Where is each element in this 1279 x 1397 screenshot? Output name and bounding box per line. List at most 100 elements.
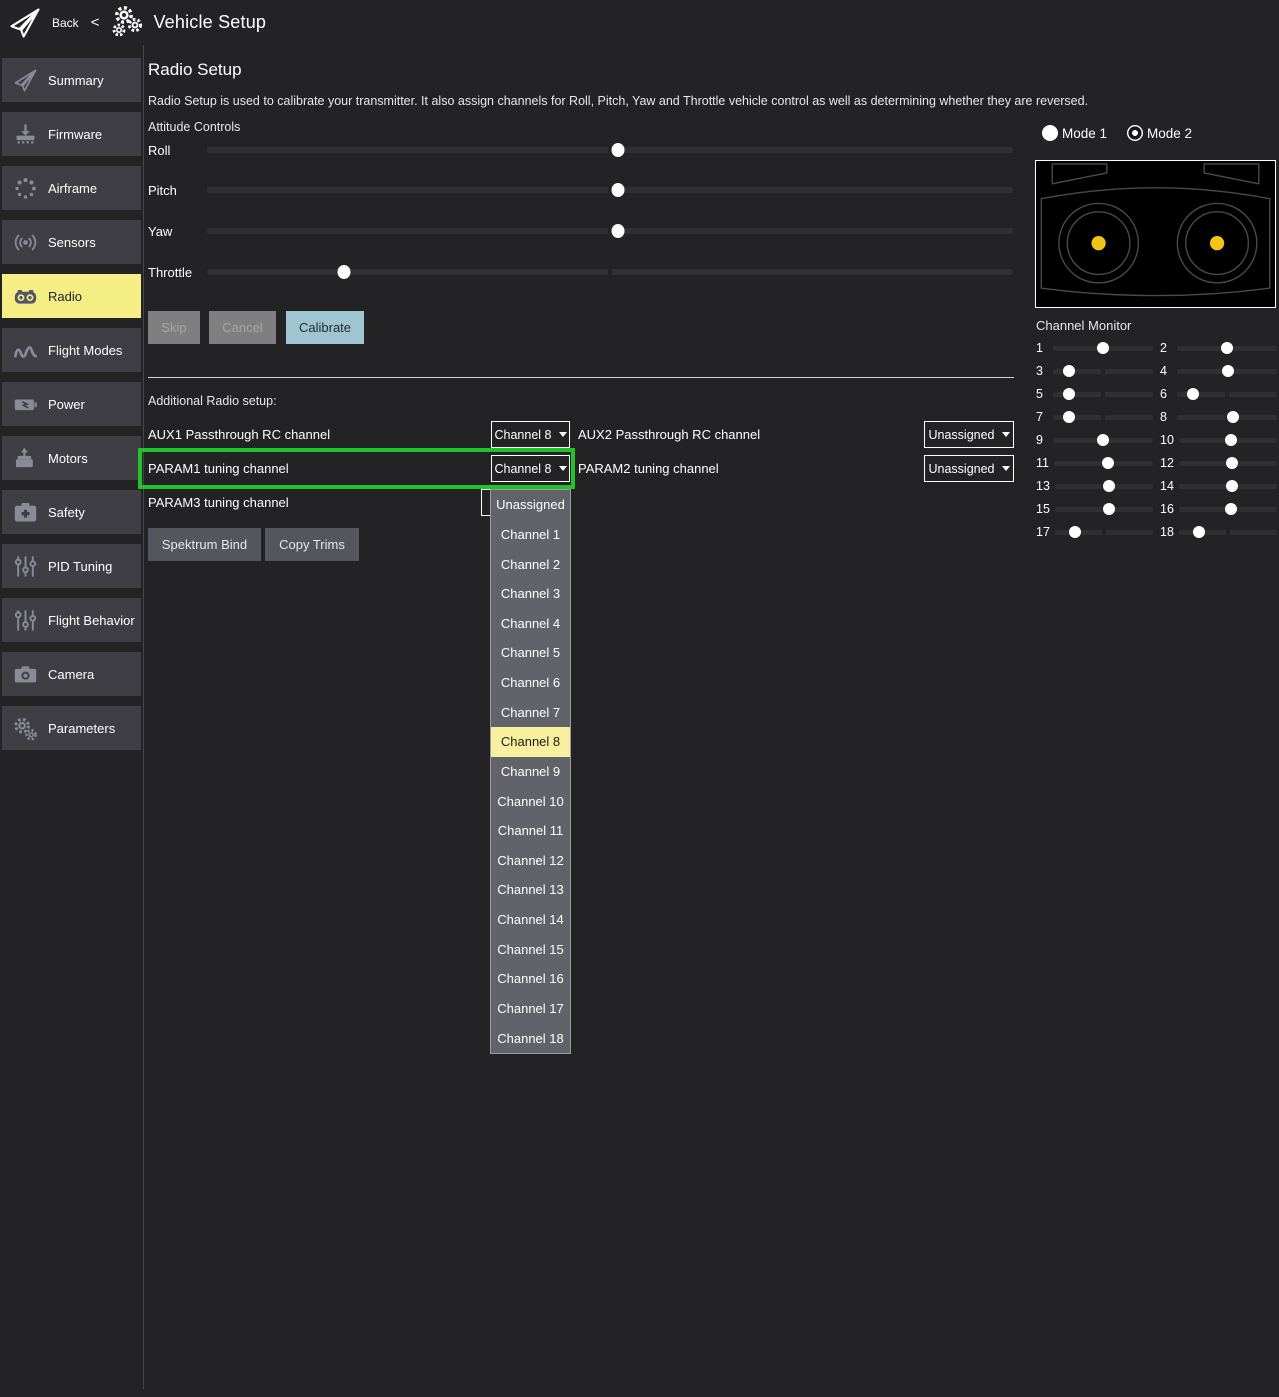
dropdown-option-channel-16[interactable]: Channel 16 — [491, 964, 570, 994]
channel-track — [1054, 461, 1153, 466]
sidebar-item-label: Power — [48, 397, 85, 412]
dropdown-option-channel-18[interactable]: Channel 18 — [491, 1023, 570, 1053]
channel-number: 2 — [1160, 341, 1172, 355]
param2-label: PARAM2 tuning channel — [578, 455, 719, 482]
slider-thumb — [338, 265, 351, 279]
sidebar-item-camera[interactable]: Camera — [2, 652, 141, 696]
aux2-channel-dropdown[interactable]: Unassigned — [924, 421, 1014, 448]
channel-value-dot — [1225, 503, 1237, 515]
radio-goggles-icon — [2, 283, 48, 310]
pid-tuning-icon — [2, 553, 48, 580]
channel-value-dot — [1226, 457, 1238, 469]
dropdown-option-channel-5[interactable]: Channel 5 — [491, 638, 570, 668]
channel-value-dot — [1063, 411, 1075, 423]
channel-value-dot — [1103, 503, 1115, 515]
sidebar-item-airframe[interactable]: Airframe — [2, 166, 141, 210]
channel-value-dot — [1222, 365, 1234, 377]
channel-number: 11 — [1036, 456, 1049, 470]
channel-track — [1177, 346, 1277, 351]
dropdown-option-unassigned[interactable]: Unassigned — [491, 490, 570, 520]
sidebar-item-label: Camera — [48, 667, 94, 682]
channel-number: 4 — [1160, 364, 1172, 378]
channel-number: 7 — [1036, 410, 1048, 424]
dropdown-option-channel-14[interactable]: Channel 14 — [491, 905, 570, 935]
sidebar-item-safety[interactable]: Safety — [2, 490, 141, 534]
channel-monitor-row-13: 13 — [1036, 479, 1153, 493]
vehicle-setup-gears-icon — [107, 3, 147, 43]
section-description: Radio Setup is used to calibrate your tr… — [148, 94, 1088, 108]
firmware-icon — [2, 121, 48, 148]
channel-track — [1177, 369, 1277, 374]
power-icon — [2, 391, 48, 418]
channel-monitor: 123456789101112131415161718 — [1036, 341, 1277, 539]
mode-1-label: Mode 1 — [1062, 126, 1107, 141]
mode-2-radio[interactable]: Mode 2 — [1127, 125, 1192, 141]
channel-monitor-row-16: 16 — [1160, 502, 1277, 516]
slider-track — [207, 228, 1013, 234]
sidebar-item-parameters[interactable]: Parameters — [2, 706, 141, 750]
dropdown-option-channel-7[interactable]: Channel 7 — [491, 697, 570, 727]
sidebar-item-label: Safety — [48, 505, 85, 520]
attitude-slider-pitch: Pitch — [148, 183, 1014, 197]
left-stick-position-dot — [1091, 236, 1105, 250]
channel-monitor-row-17: 17 — [1036, 525, 1153, 539]
sidebar-item-pid-tuning[interactable]: PID Tuning — [2, 544, 141, 588]
channel-track — [1053, 392, 1153, 397]
back-button[interactable]: Back — [52, 16, 79, 30]
dropdown-option-channel-15[interactable]: Channel 15 — [491, 934, 570, 964]
attitude-controls-heading: Attitude Controls — [148, 120, 240, 134]
dropdown-option-channel-10[interactable]: Channel 10 — [491, 786, 570, 816]
sidebar-item-sensors[interactable]: Sensors — [2, 220, 141, 264]
attitude-slider-label: Pitch — [148, 183, 207, 198]
channel-value-dot — [1069, 526, 1081, 538]
dropdown-option-channel-13[interactable]: Channel 13 — [491, 875, 570, 905]
calibrate-button[interactable]: Calibrate — [286, 311, 364, 344]
sidebar-item-motors[interactable]: Motors — [2, 436, 141, 480]
channel-value-dot — [1063, 365, 1075, 377]
chevron-down-icon — [559, 466, 567, 471]
param3-label: PARAM3 tuning channel — [148, 489, 289, 516]
sidebar-item-flight-modes[interactable]: Flight Modes — [2, 328, 141, 372]
channel-value-dot — [1193, 526, 1205, 538]
channel-track — [1053, 369, 1153, 374]
channel-monitor-row-1: 1 — [1036, 341, 1153, 355]
motors-icon — [2, 445, 48, 472]
slider-thumb — [612, 183, 625, 197]
channel-monitor-row-11: 11 — [1036, 456, 1153, 470]
channel-value-dot — [1225, 434, 1237, 446]
mode-1-radio[interactable]: Mode 1 — [1042, 125, 1107, 141]
aux1-channel-dropdown[interactable]: Channel 8 — [491, 421, 570, 448]
channel-track — [1177, 415, 1277, 420]
sidebar-item-flight-behavior[interactable]: Flight Behavior — [2, 598, 141, 642]
sidebar-item-firmware[interactable]: Firmware — [2, 112, 141, 156]
param1-channel-dropdown[interactable]: Channel 8 — [491, 455, 570, 482]
skip-button[interactable]: Skip — [148, 311, 200, 344]
cancel-button[interactable]: Cancel — [209, 311, 276, 344]
channel-monitor-row-10: 10 — [1160, 433, 1277, 447]
param2-channel-dropdown[interactable]: Unassigned — [924, 455, 1014, 482]
dropdown-option-channel-3[interactable]: Channel 3 — [491, 579, 570, 609]
dropdown-option-channel-6[interactable]: Channel 6 — [491, 668, 570, 698]
sidebar-item-radio[interactable]: Radio — [2, 274, 141, 318]
slider-track — [207, 147, 1013, 153]
channel-monitor-row-5: 5 — [1036, 387, 1153, 401]
dropdown-option-channel-2[interactable]: Channel 2 — [491, 549, 570, 579]
aux2-channel-value: Unassigned — [928, 428, 994, 442]
dropdown-option-channel-4[interactable]: Channel 4 — [491, 609, 570, 639]
copy-trims-button[interactable]: Copy Trims — [265, 528, 359, 561]
breadcrumb-chevron: < — [91, 14, 100, 31]
dropdown-option-channel-9[interactable]: Channel 9 — [491, 757, 570, 787]
qgc-logo-icon — [4, 3, 46, 43]
channel-number: 3 — [1036, 364, 1048, 378]
sidebar-item-summary[interactable]: Summary — [2, 58, 141, 102]
aux2-label: AUX2 Passthrough RC channel — [578, 421, 760, 448]
dropdown-option-channel-1[interactable]: Channel 1 — [491, 520, 570, 550]
section-title: Radio Setup — [148, 60, 242, 80]
dropdown-option-channel-17[interactable]: Channel 17 — [491, 994, 570, 1024]
dropdown-option-channel-11[interactable]: Channel 11 — [491, 816, 570, 846]
dropdown-option-channel-12[interactable]: Channel 12 — [491, 846, 570, 876]
sidebar-item-power[interactable]: Power — [2, 382, 141, 426]
spektrum-bind-button[interactable]: Spektrum Bind — [148, 528, 261, 561]
dropdown-option-channel-8[interactable]: Channel 8 — [491, 727, 570, 757]
sidebar-item-label: Summary — [48, 73, 104, 88]
